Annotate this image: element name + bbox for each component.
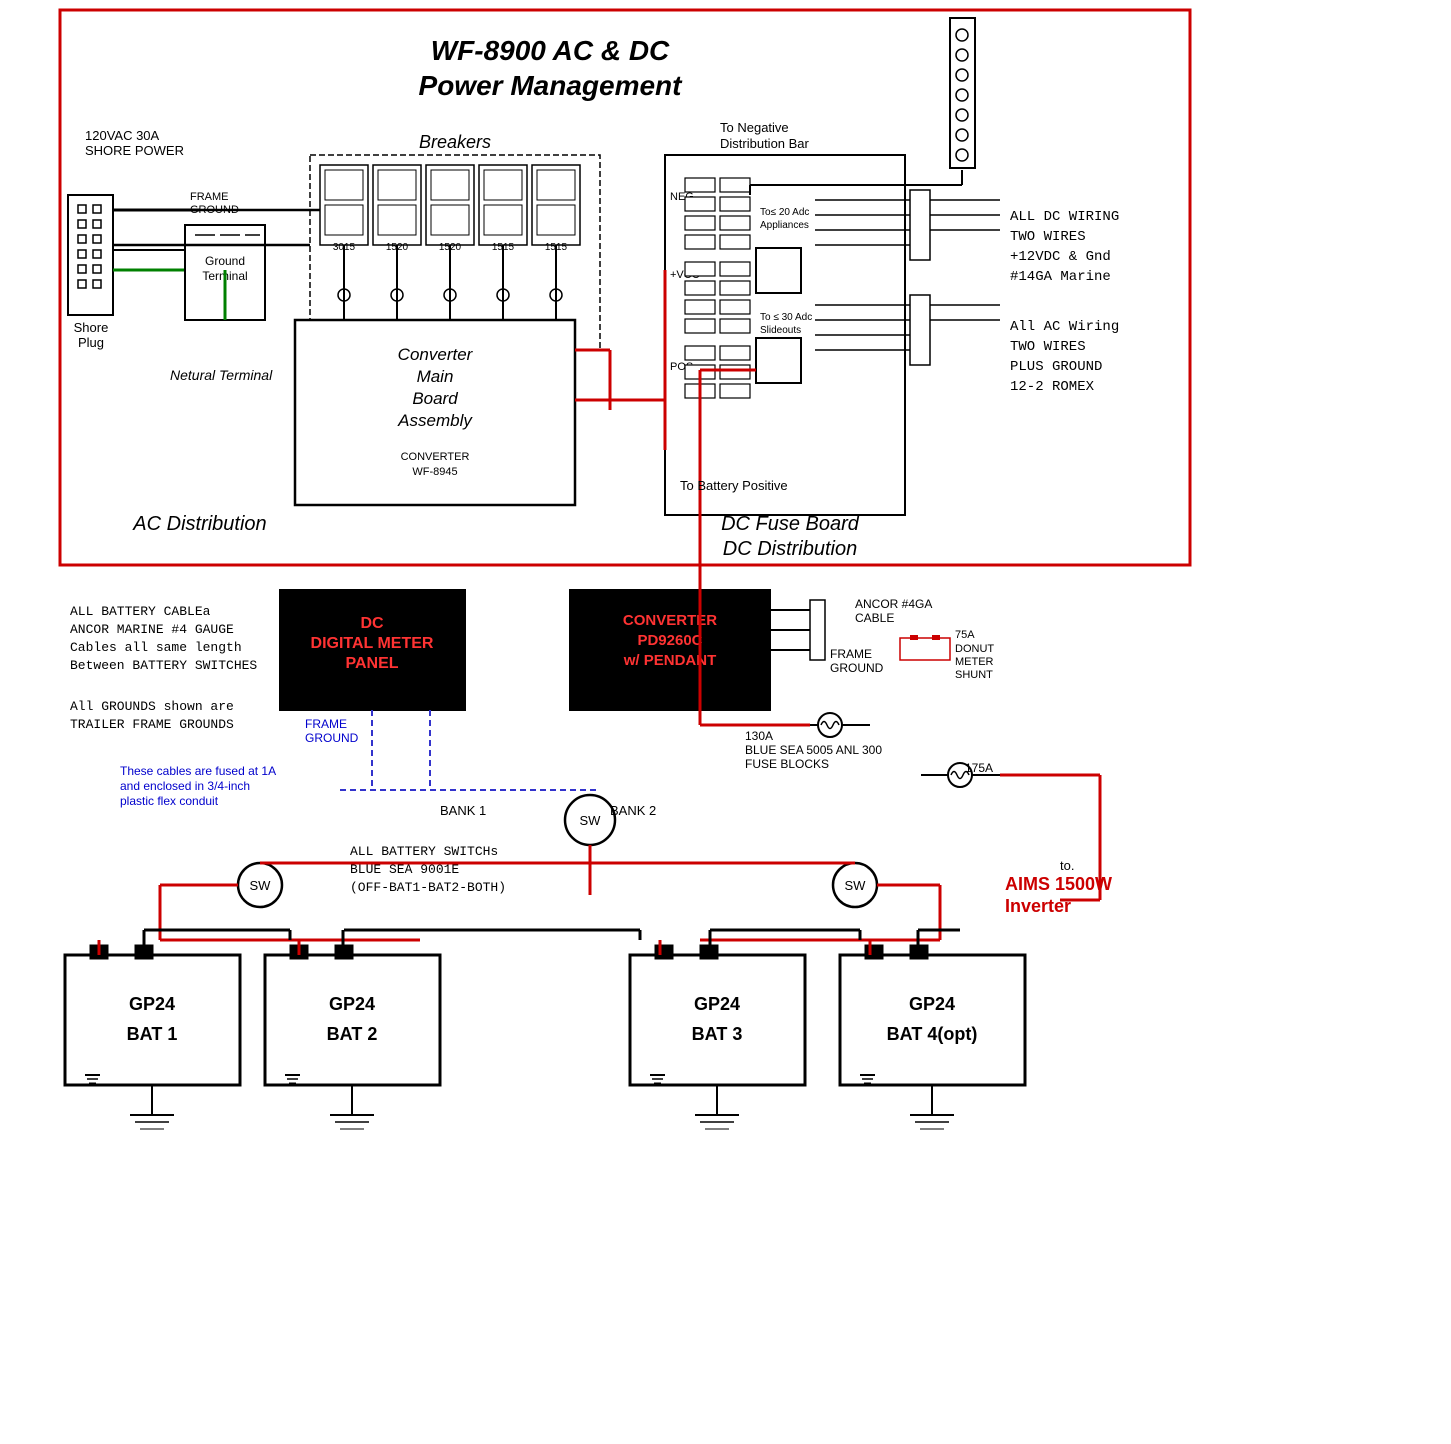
svg-text:Between BATTERY SWITCHES: Between BATTERY SWITCHES — [70, 658, 257, 673]
svg-text:Breakers: Breakers — [419, 132, 491, 152]
svg-text:WF-8945: WF-8945 — [412, 466, 457, 478]
svg-text:Board: Board — [412, 389, 458, 408]
svg-text:BANK 2: BANK 2 — [610, 803, 656, 818]
svg-text:Slideouts: Slideouts — [760, 325, 801, 336]
svg-text:CONVERTER: CONVERTER — [623, 612, 717, 629]
svg-text:75A: 75A — [955, 629, 975, 641]
svg-text:PLUS GROUND: PLUS GROUND — [1010, 359, 1102, 375]
svg-text:#14GA Marine: #14GA Marine — [1010, 269, 1111, 285]
svg-text:BAT 4(opt): BAT 4(opt) — [887, 1024, 978, 1044]
svg-text:BAT 2: BAT 2 — [327, 1024, 378, 1044]
svg-text:TRAILER FRAME GROUNDS: TRAILER FRAME GROUNDS — [70, 717, 234, 732]
svg-text:DC: DC — [360, 615, 384, 632]
svg-text:175A: 175A — [965, 761, 993, 775]
svg-text:All GROUNDS shown are: All GROUNDS shown are — [70, 699, 234, 714]
diagram-container: WF-8900 AC & DC Power Management 120VAC … — [0, 0, 1451, 1444]
svg-text:To ≤ 30 Adc: To ≤ 30 Adc — [760, 312, 812, 323]
svg-text:+12VDC & Gnd: +12VDC & Gnd — [1010, 249, 1111, 265]
svg-text:DC Distribution: DC Distribution — [723, 538, 857, 560]
svg-text:WF-8900 AC & DC: WF-8900 AC & DC — [431, 35, 670, 66]
svg-text:TWO WIRES: TWO WIRES — [1010, 339, 1086, 355]
svg-text:FRAME: FRAME — [190, 191, 229, 203]
svg-text:To≤ 20 Adc: To≤ 20 Adc — [760, 207, 809, 218]
svg-text:w/ PENDANT: w/ PENDANT — [623, 652, 717, 669]
svg-text:These cables are fused at 1A: These cables are fused at 1A — [120, 764, 276, 778]
svg-text:SHUNT: SHUNT — [955, 669, 993, 681]
svg-text:DC Fuse Board: DC Fuse Board — [721, 513, 860, 535]
svg-text:ANCOR MARINE #4 GAUGE: ANCOR MARINE #4 GAUGE — [70, 622, 234, 637]
svg-text:ALL BATTERY SWITCHs: ALL BATTERY SWITCHs — [350, 844, 498, 859]
svg-text:Main: Main — [417, 367, 454, 386]
svg-text:ALL BATTERY CABLEa: ALL BATTERY CABLEa — [70, 604, 211, 619]
svg-text:(OFF-BAT1-BAT2-BOTH): (OFF-BAT1-BAT2-BOTH) — [350, 880, 506, 895]
svg-text:SHORE POWER: SHORE POWER — [85, 143, 184, 158]
svg-text:BLUE SEA 5005 ANL 300: BLUE SEA 5005 ANL 300 — [745, 743, 882, 757]
svg-text:TWO WIRES: TWO WIRES — [1010, 229, 1086, 245]
svg-text:12-2 ROMEX: 12-2 ROMEX — [1010, 379, 1095, 395]
svg-text:SW: SW — [845, 878, 867, 893]
svg-text:Appliances: Appliances — [760, 220, 809, 231]
svg-text:All AC Wiring: All AC Wiring — [1010, 319, 1119, 335]
svg-text:SW: SW — [580, 813, 602, 828]
svg-text:PANEL: PANEL — [345, 655, 398, 672]
svg-text:PD9260C: PD9260C — [637, 632, 702, 649]
svg-text:Power Management: Power Management — [419, 70, 684, 101]
svg-text:Ground: Ground — [205, 254, 245, 268]
svg-text:CABLE: CABLE — [855, 611, 894, 625]
svg-text:Shore: Shore — [74, 320, 109, 335]
svg-text:BANK 1: BANK 1 — [440, 803, 486, 818]
svg-text:BAT 3: BAT 3 — [692, 1024, 743, 1044]
svg-text:CONVERTER: CONVERTER — [401, 451, 470, 463]
svg-text:FUSE BLOCKS: FUSE BLOCKS — [745, 757, 829, 771]
svg-text:Netural Terminal: Netural Terminal — [170, 367, 273, 383]
svg-text:Plug: Plug — [78, 335, 104, 350]
svg-text:AC Distribution: AC Distribution — [132, 513, 266, 535]
svg-text:Cables all same length: Cables all same length — [70, 640, 242, 655]
svg-text:BAT 1: BAT 1 — [127, 1024, 178, 1044]
svg-text:FRAME: FRAME — [830, 647, 872, 661]
svg-text:to.: to. — [1060, 858, 1074, 873]
svg-text:AIMS 1500W: AIMS 1500W — [1005, 874, 1112, 894]
svg-text:Assembly: Assembly — [397, 411, 473, 430]
svg-text:GROUND: GROUND — [305, 731, 359, 745]
svg-text:GROUND: GROUND — [830, 661, 884, 675]
svg-text:METER: METER — [955, 656, 994, 668]
svg-text:GP24: GP24 — [329, 994, 375, 1014]
svg-text:GP24: GP24 — [129, 994, 175, 1014]
svg-text:plastic flex conduit: plastic flex conduit — [120, 794, 219, 808]
svg-text:DIGITAL METER: DIGITAL METER — [311, 635, 434, 652]
svg-text:130A: 130A — [745, 729, 773, 743]
svg-text:120VAC 30A: 120VAC 30A — [85, 128, 160, 143]
svg-text:and enclosed in 3/4-inch: and enclosed in 3/4-inch — [120, 779, 250, 793]
svg-text:Inverter: Inverter — [1005, 896, 1071, 916]
svg-text:Converter: Converter — [398, 345, 474, 364]
svg-text:FRAME: FRAME — [305, 717, 347, 731]
svg-text:To Negative: To Negative — [720, 120, 789, 135]
svg-text:ALL DC WIRING: ALL DC WIRING — [1010, 209, 1119, 225]
svg-text:ANCOR #4GA: ANCOR #4GA — [855, 597, 932, 611]
svg-text:Distribution Bar: Distribution Bar — [720, 136, 810, 151]
svg-text:DONUT: DONUT — [955, 643, 994, 655]
svg-text:GP24: GP24 — [694, 994, 740, 1014]
svg-text:SW: SW — [250, 878, 272, 893]
svg-text:To Battery Positive: To Battery Positive — [680, 478, 788, 493]
svg-text:GP24: GP24 — [909, 994, 955, 1014]
